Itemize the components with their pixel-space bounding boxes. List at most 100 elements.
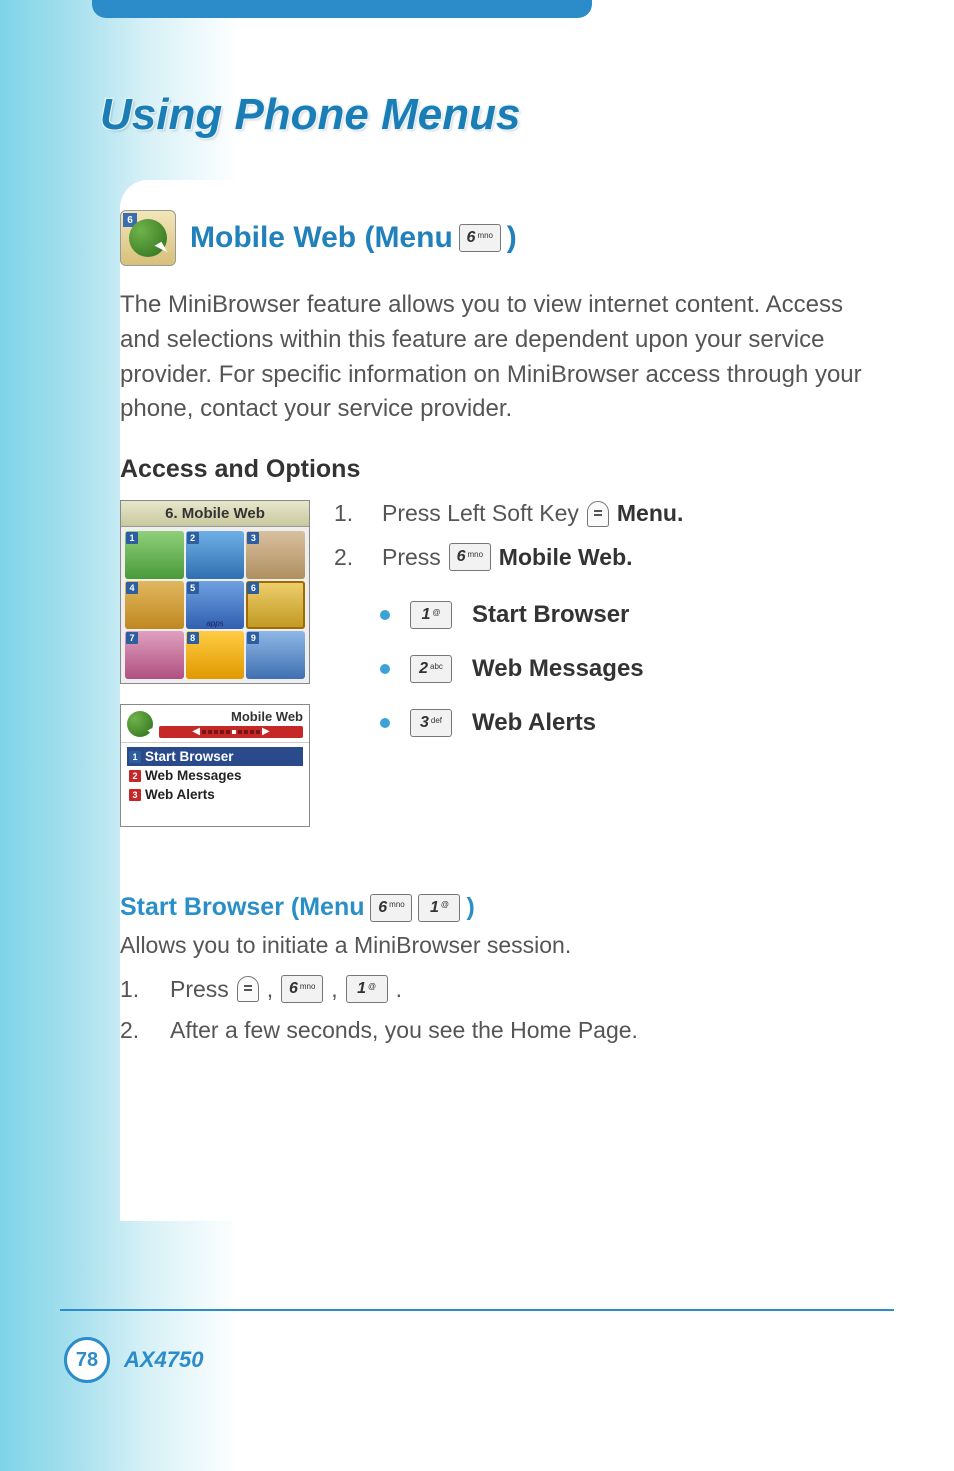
bullet-list: 1@ Start Browser 2abc Web Messages 3def …: [334, 601, 864, 737]
section-title: Mobile Web (Menu 6mno ): [190, 221, 517, 255]
key-1-icon: 1@: [410, 601, 452, 629]
cell-num: 1: [126, 532, 138, 544]
section-title-post: ): [507, 221, 517, 255]
step-text: ,: [267, 976, 273, 1003]
phone-screenshot-list: Mobile Web ◀ ▶ 1 Start Browser: [120, 704, 310, 827]
list-item: 1 Start Browser: [127, 747, 303, 766]
bullet-icon: [380, 664, 390, 674]
grid-cell: 7: [125, 631, 184, 679]
header-tab-decoration: [92, 0, 592, 18]
cell-num: 9: [247, 632, 259, 644]
key-6mno-icon: 6mno: [370, 894, 412, 922]
key-6mno-icon: 6mno: [281, 975, 323, 1003]
grid-cell: 8: [186, 631, 245, 679]
model-label: AX4750: [124, 1347, 204, 1373]
screenshot-list-header: Mobile Web ◀ ▶: [121, 705, 309, 743]
step-number: 1.: [334, 500, 360, 527]
cell-num: 8: [187, 632, 199, 644]
step-text: .: [396, 976, 402, 1003]
step-text: Press: [170, 976, 229, 1003]
step-bold: Menu.: [617, 500, 683, 527]
key-3def-icon: 3def: [410, 709, 452, 737]
pager-left-icon: ◀: [192, 727, 200, 737]
step-row: 1. Press Left Soft Key Menu.: [334, 500, 864, 527]
key-main: 6: [467, 229, 476, 247]
key-6mno-icon: 6mno: [449, 543, 491, 571]
step-row: 2. Press 6mno Mobile Web.: [334, 543, 864, 571]
bullet-icon: [380, 718, 390, 728]
bullet-icon: [380, 610, 390, 620]
phone-screenshot-grid: 6. Mobile Web 1 2 3 4 5 apps 6 7 8 9: [120, 500, 310, 684]
step-bold: Mobile Web.: [499, 544, 633, 571]
key-1-icon: 1@: [346, 975, 388, 1003]
step-text: ,: [331, 976, 337, 1003]
cell-num: 5: [187, 582, 199, 594]
bullet-row: 3def Web Alerts: [334, 709, 864, 737]
key-1-icon: 1@: [418, 894, 460, 922]
mobile-web-icon: 6: [120, 210, 176, 266]
grid-cell: 5 apps: [186, 581, 245, 629]
step-number: 2.: [334, 544, 360, 571]
cell-num: 4: [126, 582, 138, 594]
sub-title-post: ): [466, 893, 474, 922]
sub-title-pre: Start Browser (Menu: [120, 893, 364, 922]
key-6mno-icon: 6mno: [459, 224, 501, 252]
screenshot-column: 6. Mobile Web 1 2 3 4 5 apps 6 7 8 9: [120, 500, 310, 847]
access-options-heading: Access and Options: [120, 455, 864, 484]
bullet-row: 2abc Web Messages: [334, 655, 864, 683]
step-number: 1.: [120, 976, 146, 1003]
grid-cell: 4: [125, 581, 184, 629]
step-text: Press Left Soft Key: [382, 500, 579, 527]
start-browser-section: Start Browser (Menu 6mno 1@ ) Allows you…: [120, 893, 864, 1044]
cursor-arrow-icon: [155, 242, 168, 256]
page-number-badge: 78: [64, 1337, 110, 1383]
list-label: Web Messages: [145, 768, 242, 783]
cell-num: 3: [247, 532, 259, 544]
section-header: 6 Mobile Web (Menu 6mno ): [120, 210, 864, 266]
left-soft-key-icon: [587, 501, 609, 527]
bullet-label: Web Messages: [472, 655, 644, 683]
bullet-label: Web Alerts: [472, 709, 596, 737]
list-num: 2: [129, 770, 141, 782]
list-item: 2 Web Messages: [127, 766, 303, 785]
list-item: 3 Web Alerts: [127, 785, 303, 804]
grid-cell-selected: 6: [246, 581, 305, 629]
cell-num: 2: [187, 532, 199, 544]
globe-small-icon: [127, 711, 153, 737]
list-num: 3: [129, 789, 141, 801]
step-text: Press: [382, 544, 441, 571]
steps-column: 1. Press Left Soft Key Menu. 2. Press 6m…: [334, 500, 864, 763]
page-title: Using Phone Menus: [100, 90, 520, 140]
pager-right-icon: ▶: [262, 727, 270, 737]
key-2abc-icon: 2abc: [410, 655, 452, 683]
left-soft-key-icon: [237, 976, 259, 1002]
step-number: 2.: [120, 1017, 146, 1044]
content-panel: 6 Mobile Web (Menu 6mno ) The MiniBrowse…: [120, 180, 864, 1221]
grid-cell: 3: [246, 531, 305, 579]
cell-num: 6: [247, 582, 259, 594]
bullet-row: 1@ Start Browser: [334, 601, 864, 629]
step-row: 2. After a few seconds, you see the Home…: [120, 1017, 864, 1044]
grid-cell: 1: [125, 531, 184, 579]
grid-cell: 9: [246, 631, 305, 679]
start-browser-title: Start Browser (Menu 6mno 1@ ): [120, 893, 864, 922]
screenshot-grid-title: 6. Mobile Web: [121, 501, 309, 527]
cell-num: 7: [126, 632, 138, 644]
apps-label: apps: [186, 619, 245, 628]
list-label: Start Browser: [145, 749, 234, 764]
pager-dots: ◀ ▶: [159, 726, 303, 738]
section-intro: The MiniBrowser feature allows you to vi…: [120, 288, 864, 427]
footer: 78 AX4750: [64, 1337, 204, 1383]
step-text: After a few seconds, you see the Home Pa…: [170, 1017, 638, 1044]
step-row: 1. Press , 6mno , 1@ .: [120, 975, 864, 1003]
list-label: Web Alerts: [145, 787, 215, 802]
start-browser-desc: Allows you to initiate a MiniBrowser ses…: [120, 932, 864, 959]
globe-icon: [129, 219, 167, 257]
section-title-pre: Mobile Web (Menu: [190, 221, 453, 255]
key-sup: mno: [477, 231, 493, 240]
bullet-label: Start Browser: [472, 601, 629, 629]
grid-cell: 2: [186, 531, 245, 579]
footer-divider: [60, 1309, 894, 1311]
list-num: 1: [129, 751, 141, 763]
screenshot-list-title: Mobile Web: [159, 709, 303, 724]
